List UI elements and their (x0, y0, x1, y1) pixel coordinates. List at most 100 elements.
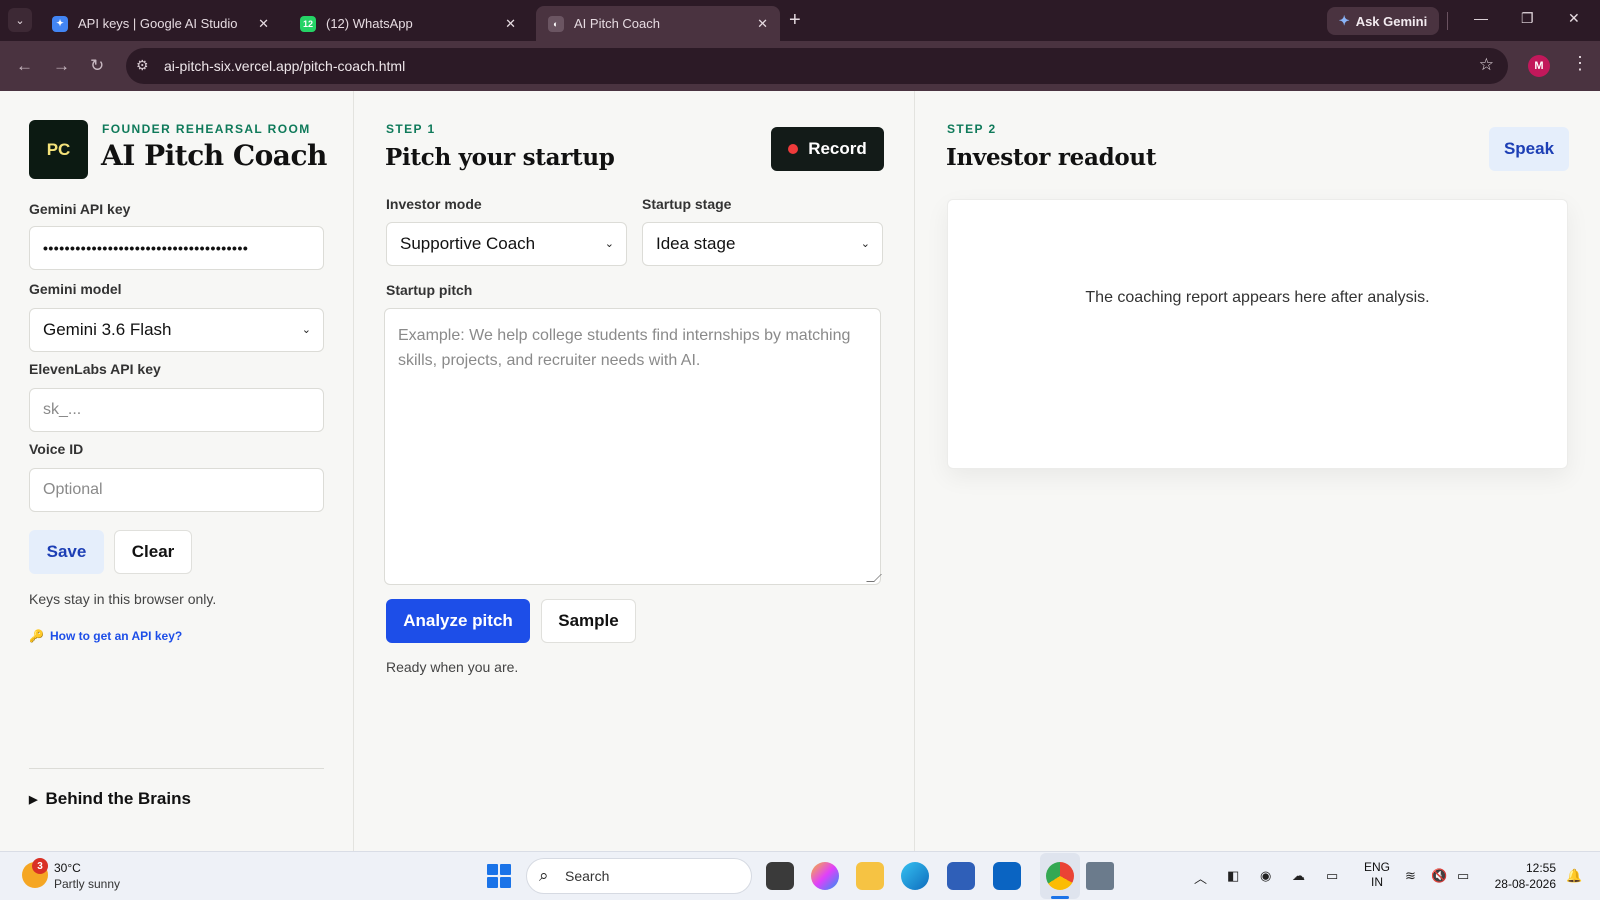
profile-avatar[interactable]: M (1528, 55, 1550, 77)
chrome-icon[interactable] (1046, 862, 1074, 890)
analyze-pitch-button[interactable]: Analyze pitch (386, 599, 530, 643)
voice-id-placeholder: Optional (43, 481, 103, 498)
url-text[interactable]: ai-pitch-six.vercel.app/pitch-coach.html (164, 58, 405, 74)
wifi-icon[interactable]: ≋ (1405, 868, 1416, 884)
speak-button[interactable]: Speak (1489, 127, 1569, 171)
new-tab-icon[interactable]: + (789, 10, 801, 30)
browser-menu-icon[interactable]: ⋮ (1571, 53, 1589, 74)
gemini-sparkle-icon: ✦ (1338, 13, 1350, 28)
startup-stage-select[interactable]: Idea stage ⌄ (642, 222, 883, 266)
ask-gemini-button[interactable]: ✦ Ask Gemini (1327, 7, 1439, 35)
step1-eyebrow: STEP 1 (386, 122, 436, 136)
page: PC FOUNDER REHEARSAL ROOM AI Pitch Coach… (0, 91, 1600, 851)
app-title: AI Pitch Coach (101, 139, 327, 172)
microsoft-store-icon[interactable] (947, 862, 975, 890)
tray-chevron-up-icon[interactable]: ︿ (1194, 868, 1207, 887)
battery-icon[interactable]: ▭ (1457, 868, 1469, 884)
save-button[interactable]: Save (29, 530, 104, 574)
tab-whatsapp[interactable]: 12 (12) WhatsApp ✕ (288, 6, 528, 41)
windows-start-icon[interactable] (487, 864, 511, 888)
record-label: Record (808, 139, 867, 158)
restore-icon[interactable]: ❐ (1521, 10, 1534, 27)
readout-panel: STEP 2 Investor readout Speak The coachi… (915, 91, 1600, 851)
status-text: Ready when you are. (386, 659, 519, 675)
readout-empty-text: The coaching report appears here after a… (1085, 289, 1430, 306)
startup-pitch-textarea[interactable]: Example: We help college students find i… (384, 308, 882, 585)
tray-vpn-icon[interactable]: ◉ (1260, 868, 1271, 884)
volume-muted-icon[interactable]: 🔇 (1431, 868, 1447, 884)
startup-pitch-label: Startup pitch (386, 282, 473, 298)
search-icon: ⌕ (539, 866, 549, 885)
taskbar-search[interactable]: ⌕ Search (526, 858, 752, 894)
close-window-icon[interactable]: ✕ (1568, 10, 1580, 27)
investor-mode-label: Investor mode (386, 196, 482, 212)
api-key-help-link[interactable]: 🔑 How to get an API key? (29, 629, 182, 643)
site-info-icon[interactable]: ⚙ (136, 57, 149, 74)
investor-mode-select[interactable]: Supportive Coach ⌄ (386, 222, 627, 266)
tray-display-icon[interactable]: ▭ (1326, 868, 1338, 884)
voice-id-input[interactable]: Optional (29, 468, 324, 512)
system-clock[interactable]: 12:55 28-08-2026 (1490, 860, 1556, 892)
browser-tab-bar: ⌄ ✦ API keys | Google AI Studio ✕ 12 (12… (0, 0, 1600, 41)
minimize-icon[interactable]: — (1474, 10, 1488, 26)
elevenlabs-key-input[interactable]: sk_... (29, 388, 324, 432)
outlook-icon[interactable] (993, 862, 1021, 890)
close-tab-icon[interactable]: ✕ (258, 16, 269, 32)
gemini-key-input[interactable]: •••••••••••••••••••••••••••••••••••••• (29, 226, 324, 270)
copilot-icon[interactable] (811, 862, 839, 890)
sample-button[interactable]: Sample (541, 599, 636, 643)
gemini-model-value: Gemini 3.6 Flash (43, 320, 172, 339)
step2-title: Investor readout (946, 144, 1157, 171)
pitch-panel: STEP 1 Pitch your startup Record Investo… (354, 91, 915, 851)
region-code: IN (1371, 875, 1383, 889)
tray-cloud-icon[interactable]: ☁ (1292, 868, 1305, 884)
elevenlabs-key-label: ElevenLabs API key (29, 361, 161, 377)
edge-icon[interactable] (901, 862, 929, 890)
weather-temperature[interactable]: 30°C (54, 861, 81, 875)
clock-date: 28-08-2026 (1494, 877, 1556, 891)
language-code: ENG (1364, 860, 1391, 874)
record-button[interactable]: Record (771, 127, 884, 171)
tab-search-button[interactable]: ⌄ (8, 8, 32, 32)
address-bar[interactable]: ⚙ ai-pitch-six.vercel.app/pitch-coach.ht… (126, 48, 1508, 84)
sidebar-divider (29, 768, 324, 769)
settings-sidebar: PC FOUNDER REHEARSAL ROOM AI Pitch Coach… (0, 91, 354, 851)
startup-stage-value: Idea stage (656, 234, 736, 253)
file-explorer-icon[interactable] (856, 862, 884, 890)
step2-eyebrow: STEP 2 (947, 122, 997, 136)
close-tab-icon[interactable]: ✕ (757, 16, 768, 32)
back-icon[interactable]: ← (16, 56, 33, 76)
tab-google-ai-studio[interactable]: ✦ API keys | Google AI Studio ✕ (40, 6, 281, 41)
browser-toolbar: ← → ↻ ⚙ ai-pitch-six.vercel.app/pitch-co… (0, 41, 1600, 91)
startup-stage-label: Startup stage (642, 196, 732, 212)
taskbar: 3 30°C Partly sunny ⌕ Search ︿ ◧ ◉ ☁ ▭ E… (0, 851, 1600, 900)
app-eyebrow: FOUNDER REHEARSAL ROOM (102, 122, 311, 136)
chevron-down-icon: ⌄ (604, 238, 614, 250)
behind-the-brains-toggle[interactable]: ▶ Behind the Brains (29, 789, 191, 809)
taskbar-search-label: Search (565, 868, 610, 884)
bookmark-star-icon[interactable]: ☆ (1479, 55, 1494, 75)
gemini-model-select[interactable]: Gemini 3.6 Flash ⌄ (29, 308, 324, 352)
key-icon: 🔑 (29, 629, 44, 643)
notifications-bell-icon[interactable]: 🔔 (1566, 868, 1582, 884)
reload-icon[interactable]: ↻ (90, 56, 104, 76)
tab-ai-pitch-coach[interactable]: ◐ AI Pitch Coach ✕ (536, 6, 780, 41)
behind-the-brains-label: Behind the Brains (45, 789, 191, 808)
api-key-help-label: How to get an API key? (49, 629, 183, 643)
ai-studio-icon: ✦ (52, 15, 68, 32)
resize-handle-icon[interactable] (866, 574, 882, 582)
close-tab-icon[interactable]: ✕ (505, 16, 516, 32)
language-indicator[interactable]: ENG IN (1364, 860, 1390, 890)
app-thumbnail-icon[interactable] (1086, 862, 1114, 890)
weather-description[interactable]: Partly sunny (54, 877, 120, 891)
clear-button[interactable]: Clear (114, 530, 192, 574)
forward-icon[interactable]: → (53, 56, 70, 76)
weather-badge: 3 (32, 858, 48, 874)
task-view-icon[interactable] (766, 862, 794, 890)
ask-gemini-label: Ask Gemini (1355, 13, 1428, 29)
tray-app-icon[interactable]: ◧ (1227, 868, 1239, 884)
investor-mode-value: Supportive Coach (400, 234, 536, 253)
record-dot-icon (788, 144, 799, 154)
chevron-down-icon: ⌄ (301, 324, 311, 336)
gemini-key-label: Gemini API key (29, 201, 131, 217)
